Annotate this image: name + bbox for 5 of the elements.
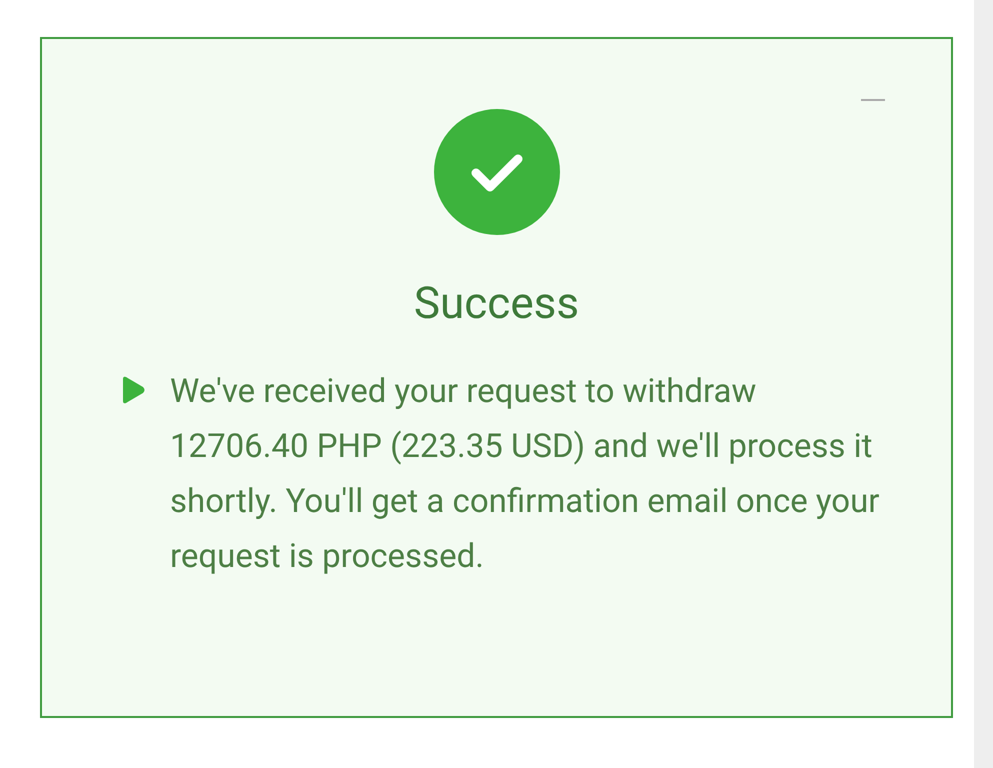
dialog-title: Success bbox=[414, 277, 580, 330]
checkmark-icon bbox=[434, 109, 560, 235]
message-text: We've received your request to withdraw 12706.40 PHP (223.35 USD) and we'll process it shortly. You'll get a confirmation email once your request is processed. bbox=[170, 370, 880, 578]
minimize-icon[interactable] bbox=[861, 99, 885, 101]
bullet-icon bbox=[120, 376, 146, 404]
